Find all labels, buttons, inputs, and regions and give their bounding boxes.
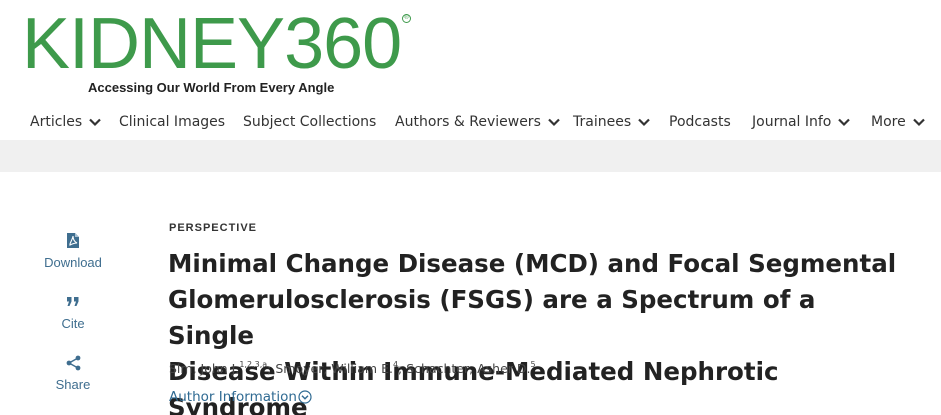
nav-item-label: Clinical Images xyxy=(119,114,226,130)
share-icon xyxy=(66,355,80,371)
quote-icon xyxy=(67,297,79,306)
nav-item-authors-reviewers[interactable]: Authors & Reviewers xyxy=(395,110,561,134)
nav-item-journal-info[interactable]: Journal Info xyxy=(752,110,851,134)
author-information-toggle[interactable]: Author Information xyxy=(169,389,312,405)
article-title-line: Minimal Change Disease (MCD) and Focal S… xyxy=(168,249,897,278)
nav-item-articles[interactable]: Articles xyxy=(30,110,102,134)
main-nav: Articles Clinical Images Subject Collect… xyxy=(0,110,941,134)
download-label: Download xyxy=(44,255,102,270)
author-information-label: Author Information xyxy=(169,389,297,405)
chevron-down-icon xyxy=(89,118,101,127)
circle-chevron-down-icon xyxy=(298,390,312,404)
cite-button[interactable]: Cite xyxy=(40,296,106,331)
author-name[interactable]: Schachter, Asher D. xyxy=(406,361,530,376)
journal-tagline: Accessing Our World From Every Angle xyxy=(88,80,335,95)
author-list: Sim, John J.1,2,3,a; Smoyer, William E.4… xyxy=(169,360,536,376)
nav-item-label: Trainees xyxy=(573,114,632,130)
registered-mark: ® xyxy=(402,14,411,23)
author-name[interactable]: Smoyer, William E. xyxy=(275,361,393,376)
share-button[interactable]: Share xyxy=(40,355,106,392)
author-separator: ; xyxy=(398,361,407,376)
nav-item-podcasts[interactable]: Podcasts xyxy=(669,110,731,134)
nav-item-label: Authors & Reviewers xyxy=(395,114,541,130)
logo-wordmark[interactable]: KIDNEY360 xyxy=(22,8,402,80)
download-button[interactable]: Download xyxy=(40,232,106,270)
nav-item-clinical-images[interactable]: Clinical Images xyxy=(119,110,225,134)
chevron-down-icon xyxy=(838,118,851,127)
share-label: Share xyxy=(55,377,91,392)
author-name[interactable]: Sim, John J. xyxy=(169,361,239,376)
chevron-down-icon xyxy=(548,118,560,127)
toolbar-band xyxy=(0,140,941,172)
article-type-label: PERSPECTIVE xyxy=(169,222,258,234)
nav-item-label: Articles xyxy=(30,114,83,130)
nav-item-label: Journal Info xyxy=(752,114,832,130)
author-affiliation-sup: 1,2,3,a xyxy=(239,360,268,369)
chevron-down-icon xyxy=(912,118,925,127)
nav-item-label: More xyxy=(871,114,906,130)
nav-item-label: Podcasts xyxy=(669,114,731,130)
article-title-line: Glomerulosclerosis (FSGS) are a Spectrum… xyxy=(168,285,816,350)
nav-item-more[interactable]: More xyxy=(871,110,926,134)
author-affiliation-sup: 5 xyxy=(530,360,536,369)
nav-item-label: Subject Collections xyxy=(243,114,377,130)
nav-item-subject-collections[interactable]: Subject Collections xyxy=(243,110,376,134)
cite-label: Cite xyxy=(61,316,85,331)
chevron-down-icon xyxy=(638,118,650,127)
pdf-download-icon xyxy=(67,233,79,248)
nav-item-trainees[interactable]: Trainees xyxy=(573,110,651,134)
